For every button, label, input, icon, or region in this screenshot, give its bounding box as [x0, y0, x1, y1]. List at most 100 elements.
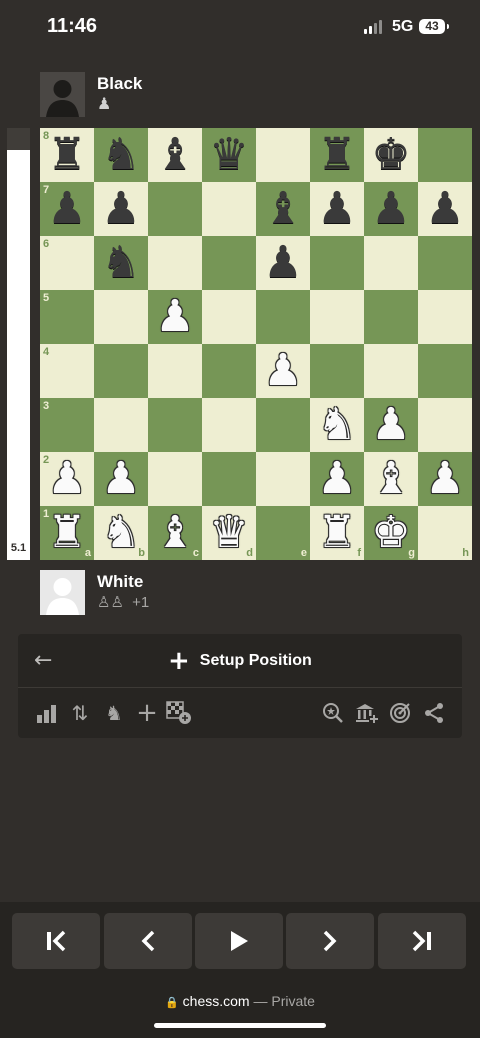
square-d1[interactable]: ♛ d [202, 506, 256, 560]
square-f4[interactable] [310, 344, 364, 398]
black-knight[interactable]: ♞ [94, 236, 148, 290]
square-e2[interactable] [256, 452, 310, 506]
square-a8[interactable]: ♜ 8 [40, 128, 94, 182]
white-avatar[interactable] [40, 570, 85, 615]
square-d5[interactable] [202, 290, 256, 344]
square-g5[interactable] [364, 290, 418, 344]
square-b3[interactable] [94, 398, 148, 452]
square-h1[interactable]: h [418, 506, 472, 560]
white-rook[interactable]: ♜ [310, 506, 364, 560]
top-player-name[interactable]: Black [97, 74, 142, 94]
square-e5[interactable] [256, 290, 310, 344]
square-h7[interactable]: ♟ [418, 182, 472, 236]
home-indicator[interactable] [154, 1023, 326, 1028]
square-b1[interactable]: ♞ b [94, 506, 148, 560]
square-a6[interactable]: 6 [40, 236, 94, 290]
chess-board[interactable]: ♜ 8 ♞ ♝ ♛ ♜ ♚ ♟ 7 ♟ ♝ ♟ ♟ ♟ 6 ♞ ♟ 5 ♟ 4 ♟ 3 ♞ ♟ ♟ 2 ♟ ♟ ♝ ♟ ♜ 1 a ♞ b ♝ c ♛ d e… [40, 128, 472, 560]
black-pawn[interactable]: ♟ [94, 182, 148, 236]
prev-move-icon[interactable] [104, 913, 192, 969]
pieces-icon[interactable]: ♞ [101, 700, 127, 726]
square-h6[interactable] [418, 236, 472, 290]
square-g1[interactable]: ♚ g [364, 506, 418, 560]
arrow-left-icon[interactable]: ← [34, 648, 52, 673]
black-pawn[interactable]: ♟ [418, 182, 472, 236]
square-e7[interactable]: ♝ [256, 182, 310, 236]
square-b4[interactable] [94, 344, 148, 398]
white-knight[interactable]: ♞ [310, 398, 364, 452]
share-icon[interactable] [421, 700, 447, 726]
square-d6[interactable] [202, 236, 256, 290]
square-d7[interactable] [202, 182, 256, 236]
white-pawn[interactable]: ♟ [364, 398, 418, 452]
square-e8[interactable] [256, 128, 310, 182]
square-e3[interactable] [256, 398, 310, 452]
square-c5[interactable]: ♟ [148, 290, 202, 344]
flip-board-icon[interactable]: ⇅ [67, 700, 93, 726]
black-bishop[interactable]: ♝ [256, 182, 310, 236]
square-c1[interactable]: ♝ c [148, 506, 202, 560]
black-knight[interactable]: ♞ [94, 128, 148, 182]
square-f6[interactable] [310, 236, 364, 290]
square-h3[interactable] [418, 398, 472, 452]
add-icon[interactable]: + [134, 698, 160, 728]
square-g3[interactable]: ♟ [364, 398, 418, 452]
square-a3[interactable]: 3 [40, 398, 94, 452]
black-pawn[interactable]: ♟ [364, 182, 418, 236]
square-a1[interactable]: ♜ 1 a [40, 506, 94, 560]
square-a4[interactable]: 4 [40, 344, 94, 398]
black-bishop[interactable]: ♝ [148, 128, 202, 182]
square-f5[interactable] [310, 290, 364, 344]
black-rook[interactable]: ♜ [310, 128, 364, 182]
square-f3[interactable]: ♞ [310, 398, 364, 452]
square-g8[interactable]: ♚ [364, 128, 418, 182]
play-icon[interactable] [195, 913, 283, 969]
next-move-icon[interactable] [286, 913, 374, 969]
bar-chart-icon[interactable] [34, 700, 60, 726]
square-h2[interactable]: ♟ [418, 452, 472, 506]
square-f1[interactable]: ♜ f [310, 506, 364, 560]
square-b8[interactable]: ♞ [94, 128, 148, 182]
target-icon[interactable] [387, 700, 413, 726]
library-add-icon[interactable] [354, 700, 380, 726]
black-queen[interactable]: ♛ [202, 128, 256, 182]
square-a2[interactable]: ♟ 2 [40, 452, 94, 506]
square-d4[interactable] [202, 344, 256, 398]
square-b5[interactable] [94, 290, 148, 344]
white-pawn[interactable]: ♟ [148, 290, 202, 344]
square-e4[interactable]: ♟ [256, 344, 310, 398]
square-b6[interactable]: ♞ [94, 236, 148, 290]
square-f7[interactable]: ♟ [310, 182, 364, 236]
square-h8[interactable] [418, 128, 472, 182]
black-pawn[interactable]: ♟ [256, 236, 310, 290]
square-a5[interactable]: 5 [40, 290, 94, 344]
square-d8[interactable]: ♛ [202, 128, 256, 182]
square-c6[interactable] [148, 236, 202, 290]
black-pawn[interactable]: ♟ [310, 182, 364, 236]
white-bishop[interactable]: ♝ [364, 452, 418, 506]
black-avatar[interactable] [40, 72, 85, 117]
white-pawn[interactable]: ♟ [418, 452, 472, 506]
square-g7[interactable]: ♟ [364, 182, 418, 236]
square-e1[interactable]: e [256, 506, 310, 560]
square-h5[interactable] [418, 290, 472, 344]
square-h4[interactable] [418, 344, 472, 398]
square-c2[interactable] [148, 452, 202, 506]
square-f8[interactable]: ♜ [310, 128, 364, 182]
square-g4[interactable] [364, 344, 418, 398]
bottom-player-name[interactable]: White [97, 572, 143, 592]
board-add-icon[interactable] [166, 700, 192, 726]
square-c4[interactable] [148, 344, 202, 398]
square-d2[interactable] [202, 452, 256, 506]
square-c7[interactable] [148, 182, 202, 236]
square-a7[interactable]: ♟ 7 [40, 182, 94, 236]
white-pawn[interactable]: ♟ [256, 344, 310, 398]
square-g6[interactable] [364, 236, 418, 290]
white-pawn[interactable]: ♟ [310, 452, 364, 506]
square-b7[interactable]: ♟ [94, 182, 148, 236]
black-king[interactable]: ♚ [364, 128, 418, 182]
square-f2[interactable]: ♟ [310, 452, 364, 506]
square-b2[interactable]: ♟ [94, 452, 148, 506]
setup-position-button[interactable]: + Setup Position [168, 647, 312, 675]
square-d3[interactable] [202, 398, 256, 452]
last-move-icon[interactable] [378, 913, 466, 969]
